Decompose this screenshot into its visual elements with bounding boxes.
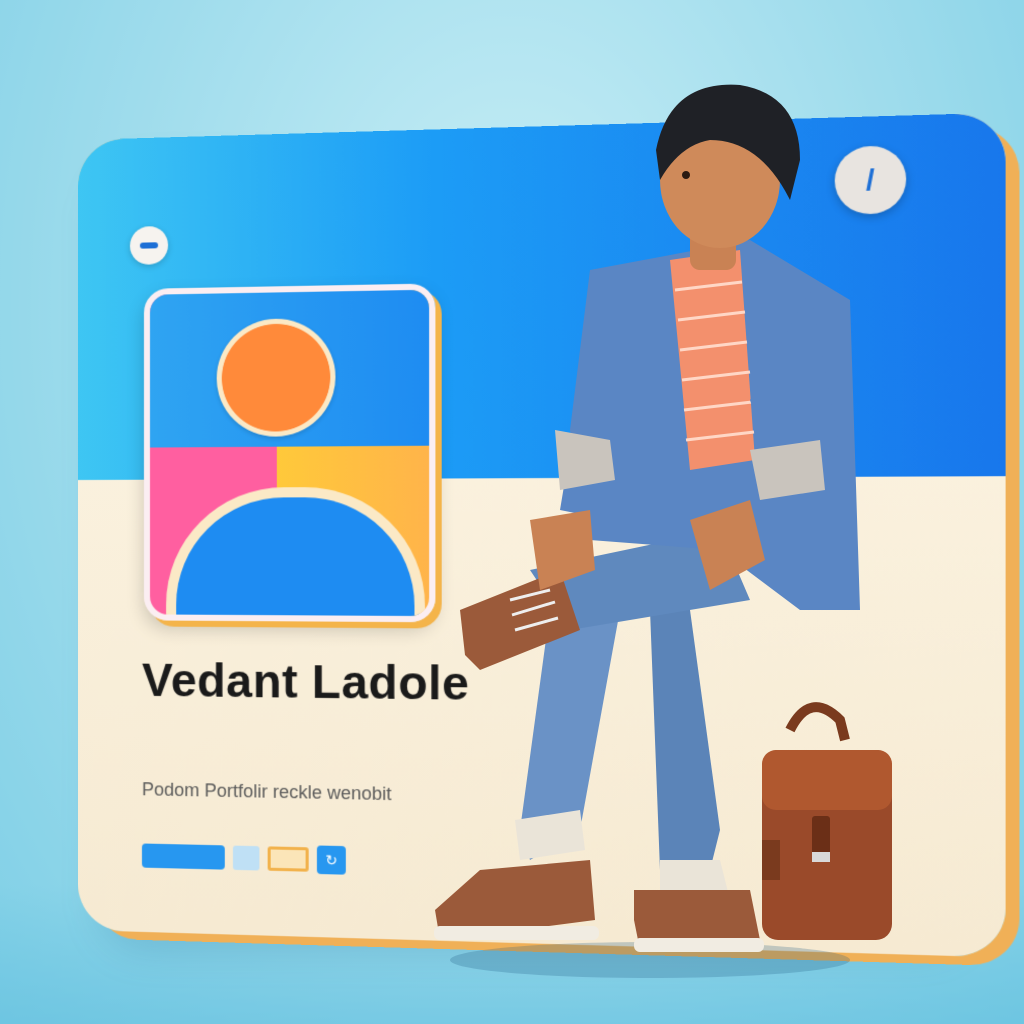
badge-link[interactable] [141, 843, 225, 870]
profile-tagline: Podom Portfolir reckle wenobit [141, 779, 392, 805]
eye [682, 171, 690, 179]
back-leg [650, 610, 720, 870]
person-illustration [434, 84, 892, 978]
avatar-body [166, 486, 425, 623]
badge-outline[interactable] [267, 846, 309, 872]
backpack-icon [762, 702, 892, 940]
badge-small[interactable] [232, 845, 260, 871]
badge-row: ↻ [141, 841, 346, 875]
avatar-icon [143, 283, 436, 623]
avatar-head [216, 317, 336, 437]
share-icon[interactable]: ↻ [316, 845, 346, 875]
